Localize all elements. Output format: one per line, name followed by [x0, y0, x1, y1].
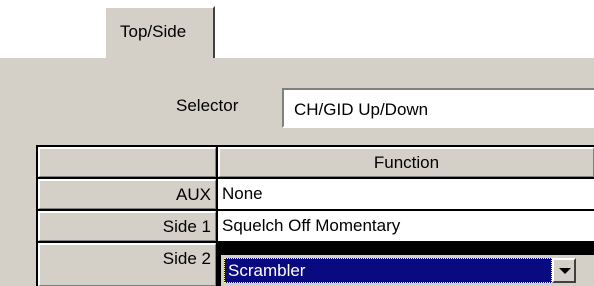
selector-value: CH/GID Up/Down — [294, 100, 429, 119]
tab-top-side[interactable]: Top/Side — [104, 6, 215, 58]
selector-label: Selector — [176, 96, 239, 115]
function-combo-side-2[interactable]: Scrambler — [221, 255, 594, 286]
chevron-down-icon — [559, 268, 571, 274]
selector-field[interactable]: CH/GID Up/Down — [282, 88, 594, 128]
dropdown-button[interactable] — [552, 258, 576, 283]
tab-label: Top/Side — [120, 22, 187, 41]
function-combo-value[interactable]: Scrambler — [224, 258, 552, 283]
row-header-side-2[interactable]: Side 2 — [38, 243, 216, 286]
function-cell-side-1[interactable]: Squelch Off Momentary — [218, 211, 594, 241]
row-header-side-1[interactable]: Side 1 — [38, 211, 216, 241]
grid-corner-header[interactable] — [38, 147, 216, 177]
row-header-aux[interactable]: AUX — [38, 179, 216, 209]
function-cell-aux[interactable]: None — [218, 179, 594, 209]
function-column-header[interactable]: Function — [218, 147, 594, 177]
